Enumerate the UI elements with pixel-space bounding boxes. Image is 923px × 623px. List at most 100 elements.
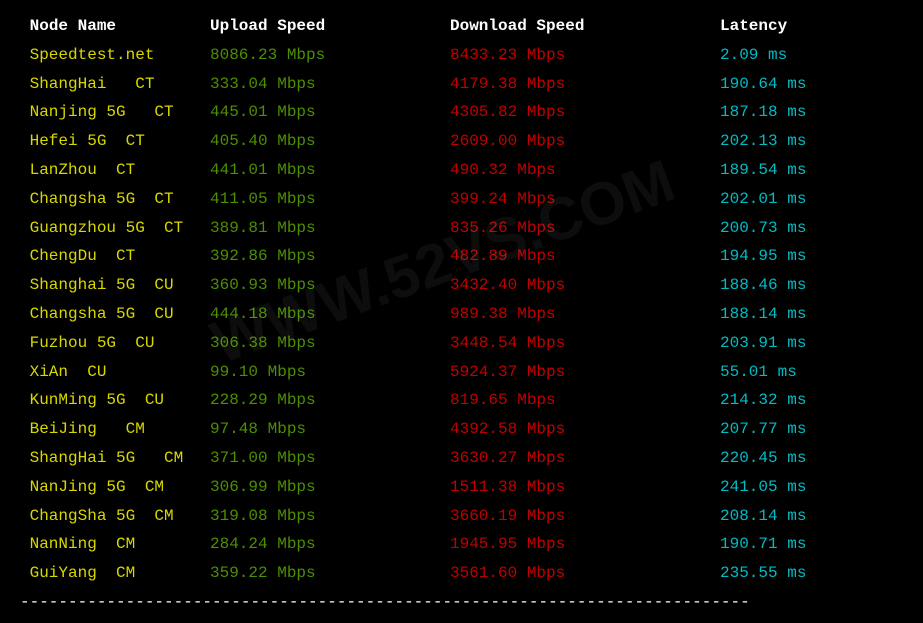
- table-row: LanZhou CT441.01 Mbps490.32 Mbps189.54 m…: [20, 156, 903, 185]
- latency-cell: 203.91 ms: [720, 329, 903, 358]
- latency-cell: 208.14 ms: [720, 502, 903, 531]
- table-row: ChangSha 5G CM319.08 Mbps3660.19 Mbps208…: [20, 502, 903, 531]
- download-speed-cell: 4179.38 Mbps: [450, 70, 720, 99]
- download-speed-cell: 4392.58 Mbps: [450, 415, 720, 444]
- download-speed-cell: 3448.54 Mbps: [450, 329, 720, 358]
- node-name-cell: LanZhou CT: [20, 156, 210, 185]
- latency-cell: 55.01 ms: [720, 358, 903, 387]
- upload-speed-cell: 411.05 Mbps: [210, 185, 450, 214]
- divider-line: ----------------------------------------…: [20, 588, 903, 617]
- upload-speed-cell: 444.18 Mbps: [210, 300, 450, 329]
- table-row: ChengDu CT392.86 Mbps482.89 Mbps194.95 m…: [20, 242, 903, 271]
- table-row: Shanghai 5G CU360.93 Mbps3432.40 Mbps188…: [20, 271, 903, 300]
- node-name-cell: ChangSha 5G CM: [20, 502, 210, 531]
- latency-cell: 188.46 ms: [720, 271, 903, 300]
- node-name-cell: ShangHai CT: [20, 70, 210, 99]
- upload-speed-cell: 228.29 Mbps: [210, 386, 450, 415]
- latency-cell: 187.18 ms: [720, 98, 903, 127]
- node-name-cell: ChengDu CT: [20, 242, 210, 271]
- download-speed-cell: 399.24 Mbps: [450, 185, 720, 214]
- upload-speed-cell: 97.48 Mbps: [210, 415, 450, 444]
- node-name-cell: NanNing CM: [20, 530, 210, 559]
- upload-speed-cell: 284.24 Mbps: [210, 530, 450, 559]
- header-upload: Upload Speed: [210, 12, 450, 41]
- latency-cell: 220.45 ms: [720, 444, 903, 473]
- latency-cell: 189.54 ms: [720, 156, 903, 185]
- node-name-cell: XiAn CU: [20, 358, 210, 387]
- node-name-cell: Shanghai 5G CU: [20, 271, 210, 300]
- download-speed-cell: 835.26 Mbps: [450, 214, 720, 243]
- node-name-cell: Changsha 5G CU: [20, 300, 210, 329]
- speedtest-terminal: Node Name Upload Speed Download Speed La…: [20, 12, 903, 617]
- latency-cell: 202.01 ms: [720, 185, 903, 214]
- data-rows: Speedtest.net8086.23 Mbps8433.23 Mbps2.0…: [20, 41, 903, 588]
- latency-cell: 241.05 ms: [720, 473, 903, 502]
- download-speed-cell: 3630.27 Mbps: [450, 444, 720, 473]
- download-speed-cell: 8433.23 Mbps: [450, 41, 720, 70]
- upload-speed-cell: 306.38 Mbps: [210, 329, 450, 358]
- node-name-cell: Guangzhou 5G CT: [20, 214, 210, 243]
- node-name-cell: Fuzhou 5G CU: [20, 329, 210, 358]
- table-row: Fuzhou 5G CU306.38 Mbps3448.54 Mbps203.9…: [20, 329, 903, 358]
- header-row: Node Name Upload Speed Download Speed La…: [20, 12, 903, 41]
- latency-cell: 188.14 ms: [720, 300, 903, 329]
- node-name-cell: Changsha 5G CT: [20, 185, 210, 214]
- download-speed-cell: 490.32 Mbps: [450, 156, 720, 185]
- download-speed-cell: 819.65 Mbps: [450, 386, 720, 415]
- upload-speed-cell: 371.00 Mbps: [210, 444, 450, 473]
- header-latency: Latency: [720, 12, 903, 41]
- latency-cell: 202.13 ms: [720, 127, 903, 156]
- table-row: Changsha 5G CT411.05 Mbps399.24 Mbps202.…: [20, 185, 903, 214]
- upload-speed-cell: 8086.23 Mbps: [210, 41, 450, 70]
- table-row: ShangHai 5G CM371.00 Mbps3630.27 Mbps220…: [20, 444, 903, 473]
- node-name-cell: ShangHai 5G CM: [20, 444, 210, 473]
- upload-speed-cell: 392.86 Mbps: [210, 242, 450, 271]
- upload-speed-cell: 360.93 Mbps: [210, 271, 450, 300]
- latency-cell: 194.95 ms: [720, 242, 903, 271]
- upload-speed-cell: 319.08 Mbps: [210, 502, 450, 531]
- table-row: ShangHai CT333.04 Mbps4179.38 Mbps190.64…: [20, 70, 903, 99]
- download-speed-cell: 4305.82 Mbps: [450, 98, 720, 127]
- node-name-cell: KunMing 5G CU: [20, 386, 210, 415]
- latency-cell: 235.55 ms: [720, 559, 903, 588]
- latency-cell: 200.73 ms: [720, 214, 903, 243]
- download-speed-cell: 3561.60 Mbps: [450, 559, 720, 588]
- latency-cell: 214.32 ms: [720, 386, 903, 415]
- download-speed-cell: 989.38 Mbps: [450, 300, 720, 329]
- node-name-cell: NanJing 5G CM: [20, 473, 210, 502]
- upload-speed-cell: 405.40 Mbps: [210, 127, 450, 156]
- download-speed-cell: 482.89 Mbps: [450, 242, 720, 271]
- upload-speed-cell: 389.81 Mbps: [210, 214, 450, 243]
- download-speed-cell: 3660.19 Mbps: [450, 502, 720, 531]
- table-row: Guangzhou 5G CT389.81 Mbps835.26 Mbps200…: [20, 214, 903, 243]
- download-speed-cell: 5924.37 Mbps: [450, 358, 720, 387]
- latency-cell: 2.09 ms: [720, 41, 903, 70]
- table-row: GuiYang CM359.22 Mbps3561.60 Mbps235.55 …: [20, 559, 903, 588]
- upload-speed-cell: 99.10 Mbps: [210, 358, 450, 387]
- node-name-cell: Speedtest.net: [20, 41, 210, 70]
- header-download: Download Speed: [450, 12, 720, 41]
- table-row: Nanjing 5G CT445.01 Mbps4305.82 Mbps187.…: [20, 98, 903, 127]
- node-name-cell: Hefei 5G CT: [20, 127, 210, 156]
- table-row: XiAn CU99.10 Mbps5924.37 Mbps55.01 ms: [20, 358, 903, 387]
- node-name-cell: GuiYang CM: [20, 559, 210, 588]
- table-row: Speedtest.net8086.23 Mbps8433.23 Mbps2.0…: [20, 41, 903, 70]
- upload-speed-cell: 306.99 Mbps: [210, 473, 450, 502]
- table-row: NanJing 5G CM306.99 Mbps1511.38 Mbps241.…: [20, 473, 903, 502]
- upload-speed-cell: 441.01 Mbps: [210, 156, 450, 185]
- table-row: NanNing CM284.24 Mbps1945.95 Mbps190.71 …: [20, 530, 903, 559]
- node-name-cell: BeiJing CM: [20, 415, 210, 444]
- upload-speed-cell: 359.22 Mbps: [210, 559, 450, 588]
- download-speed-cell: 1945.95 Mbps: [450, 530, 720, 559]
- download-speed-cell: 1511.38 Mbps: [450, 473, 720, 502]
- table-row: KunMing 5G CU228.29 Mbps819.65 Mbps214.3…: [20, 386, 903, 415]
- header-node: Node Name: [20, 12, 210, 41]
- upload-speed-cell: 445.01 Mbps: [210, 98, 450, 127]
- latency-cell: 190.64 ms: [720, 70, 903, 99]
- upload-speed-cell: 333.04 Mbps: [210, 70, 450, 99]
- latency-cell: 190.71 ms: [720, 530, 903, 559]
- download-speed-cell: 3432.40 Mbps: [450, 271, 720, 300]
- table-row: Changsha 5G CU444.18 Mbps989.38 Mbps188.…: [20, 300, 903, 329]
- table-row: BeiJing CM97.48 Mbps4392.58 Mbps207.77 m…: [20, 415, 903, 444]
- latency-cell: 207.77 ms: [720, 415, 903, 444]
